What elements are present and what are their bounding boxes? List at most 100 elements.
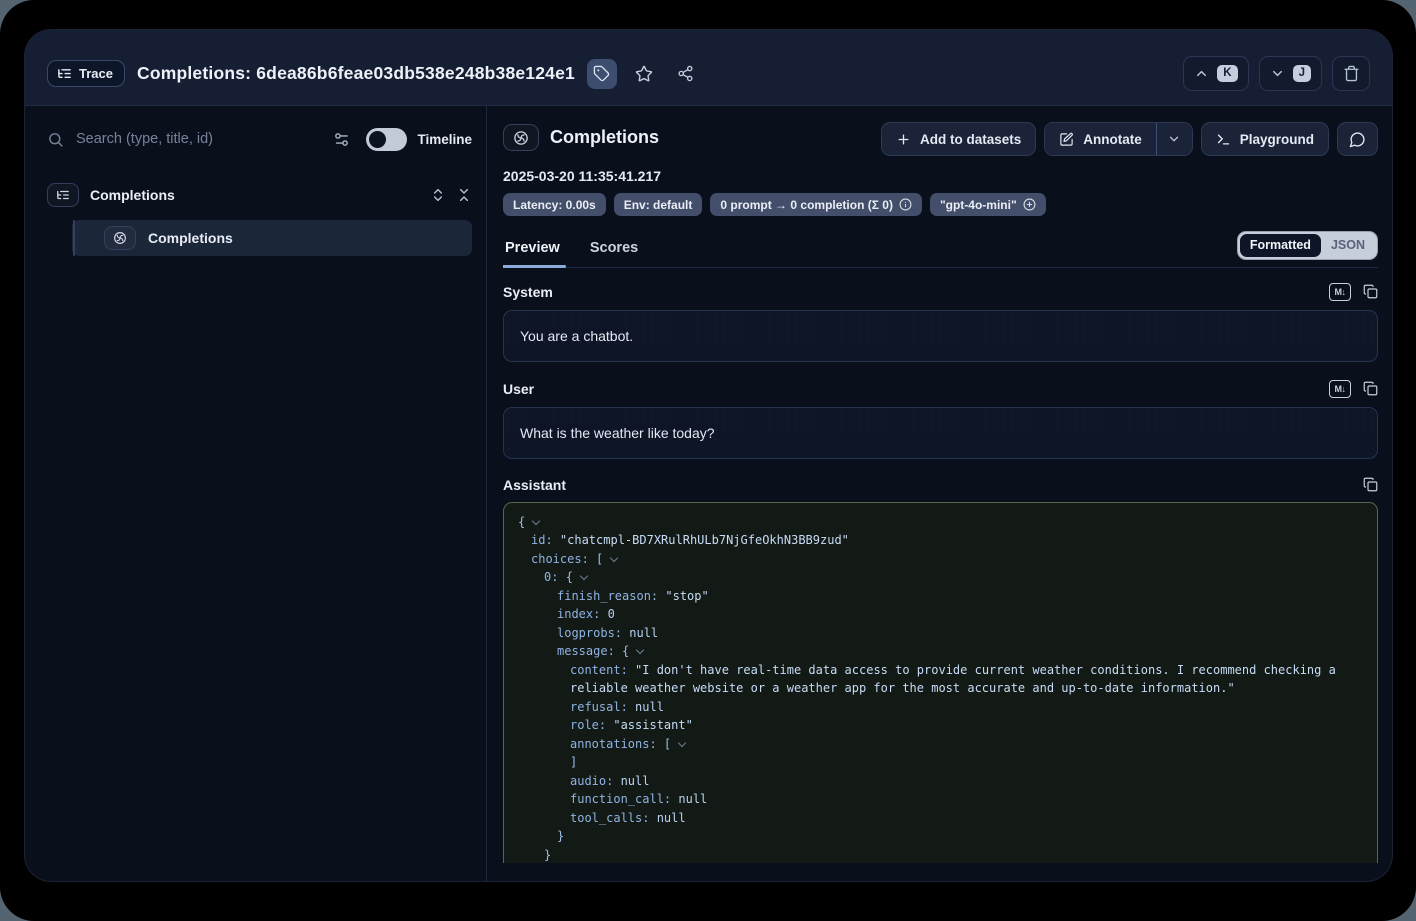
pen-square-icon [1059, 132, 1074, 147]
trace-node-badge [47, 183, 79, 207]
assistant-label: Assistant [503, 477, 566, 493]
json-value: { [518, 515, 525, 529]
observation-actions: Add to datasets Annotate [881, 122, 1378, 156]
json-key: message: [557, 644, 622, 658]
next-trace-button[interactable]: J [1259, 56, 1322, 91]
assistant-json-box: { id: "chatcmpl-BD7XRulRhULb7NjGfeOkhN3BB… [503, 502, 1378, 863]
star-button[interactable] [629, 59, 659, 89]
system-message-text: You are a chatbot. [520, 328, 633, 344]
latency-badge-label: Latency: 0.00s [513, 198, 596, 212]
terminal-icon [1216, 132, 1231, 147]
tag-button[interactable] [587, 59, 617, 89]
assistant-json-code: { id: "chatcmpl-BD7XRulRhULb7NjGfeOkhN3BB… [504, 513, 1363, 863]
json-line: tool_calls: null [504, 809, 1363, 828]
json-line: role: "assistant" [504, 716, 1363, 735]
json-line: finish_reason: "stop" [504, 587, 1363, 606]
markdown-toggle-button[interactable]: M↓ [1329, 283, 1351, 301]
user-section-icons: M↓ [1329, 380, 1378, 398]
annotate-dropdown-button[interactable] [1156, 123, 1192, 155]
tabs: Preview Scores [503, 236, 640, 267]
copy-button[interactable] [1363, 477, 1378, 492]
json-value: null [621, 774, 650, 788]
user-section-header: User M↓ [503, 380, 1378, 398]
tree-child-label: Completions [148, 230, 233, 246]
json-collapse-icon[interactable] [580, 572, 588, 580]
model-badge-label: "gpt-4o-mini" [940, 198, 1017, 212]
json-value: [ [664, 737, 671, 751]
toggle-knob [369, 131, 386, 148]
list-tree-icon [56, 188, 70, 202]
prev-trace-button[interactable]: K [1183, 56, 1248, 91]
json-key: audio: [570, 774, 621, 788]
timeline-toggle[interactable] [366, 128, 407, 151]
format-option-formatted[interactable]: Formatted [1240, 234, 1321, 257]
annotate-label: Annotate [1083, 132, 1142, 147]
tabs-row: Preview Scores Formatted JSON [503, 231, 1378, 268]
assistant-section-icons [1363, 477, 1378, 492]
annotate-button[interactable]: Annotate [1045, 123, 1156, 155]
copy-button[interactable] [1363, 381, 1378, 396]
json-collapse-icon[interactable] [636, 646, 644, 654]
json-collapse-icon[interactable] [678, 739, 686, 747]
json-collapse-icon[interactable] [610, 554, 618, 562]
annotate-split-button: Annotate [1044, 122, 1193, 156]
chevron-down-icon [1167, 132, 1181, 146]
format-option-json[interactable]: JSON [1321, 234, 1375, 257]
json-line: message: { [504, 642, 1363, 661]
topbar: Trace Completions: 6dea86b6feae03db538e2… [25, 30, 1392, 106]
add-to-datasets-label: Add to datasets [920, 132, 1021, 147]
tree-item-generation-completions[interactable]: Completions [72, 220, 472, 256]
search-input[interactable]: Search (type, title, id) [47, 131, 317, 148]
token-usage-badge[interactable]: 0 prompt → 0 completion (Σ 0) [710, 193, 922, 216]
model-badge[interactable]: "gpt-4o-mini" [930, 193, 1046, 216]
observation-scroll-area[interactable]: Completions Add to datasets [503, 122, 1378, 863]
json-line: id: "chatcmpl-BD7XRulRhULb7NjGfeOkhN3BB9… [504, 531, 1363, 550]
plus-circle-icon [1023, 198, 1036, 211]
delete-trace-button[interactable] [1332, 56, 1370, 91]
json-line: choices: [ [504, 550, 1363, 569]
playground-button[interactable]: Playground [1201, 122, 1329, 156]
tab-preview[interactable]: Preview [503, 236, 562, 267]
trace-type-badge: Trace [47, 60, 125, 87]
observation-header: Completions Add to datasets [503, 122, 1378, 156]
copy-button[interactable] [1363, 284, 1378, 299]
json-value: "stop" [665, 589, 708, 603]
app-window: Trace Completions: 6dea86b6feae03db538e2… [25, 30, 1392, 881]
user-label: User [503, 381, 534, 397]
format-toggle: Formatted JSON [1237, 231, 1378, 260]
json-value: "I don't have real-time data access to p… [570, 663, 1343, 696]
expand-all-button[interactable] [430, 187, 446, 203]
collapse-all-button[interactable] [456, 187, 472, 203]
add-to-datasets-button[interactable]: Add to datasets [881, 122, 1036, 156]
search-icon [47, 131, 64, 148]
trace-tree: Completions [47, 180, 472, 256]
json-line: ] [504, 753, 1363, 772]
share-icon [677, 65, 694, 82]
json-key: finish_reason: [557, 589, 665, 603]
observation-title-group: Completions [503, 122, 659, 151]
json-key: id: [531, 533, 560, 547]
trace-tree-sidebar: Search (type, title, id) Timeline [25, 106, 487, 881]
json-value: null [657, 811, 686, 825]
markdown-toggle-button[interactable]: M↓ [1329, 380, 1351, 398]
json-line: } [504, 827, 1363, 846]
json-key: annotations: [570, 737, 664, 751]
user-message-box: What is the weather like today? [503, 407, 1378, 459]
json-line: index: 0 [504, 605, 1363, 624]
trace-title: Completions: 6dea86b6feae03db538e248b38e… [137, 63, 575, 84]
json-value: } [557, 829, 564, 843]
tree-root-completions[interactable]: Completions [47, 180, 472, 210]
kbd-j: J [1293, 65, 1311, 83]
share-button[interactable] [671, 59, 701, 89]
copy-icon [1363, 284, 1378, 299]
json-value: } [544, 848, 551, 862]
json-collapse-icon[interactable] [532, 517, 540, 525]
view-options-button[interactable] [331, 129, 352, 150]
chevrons-up-down-icon [430, 187, 446, 203]
token-usage-label: 0 prompt → 0 completion (Σ 0) [720, 198, 893, 212]
chevron-down-icon [1270, 66, 1285, 81]
comments-button[interactable] [1337, 122, 1378, 156]
tab-scores[interactable]: Scores [588, 236, 640, 267]
json-key: logprobs: [557, 626, 629, 640]
json-line: } [504, 846, 1363, 863]
